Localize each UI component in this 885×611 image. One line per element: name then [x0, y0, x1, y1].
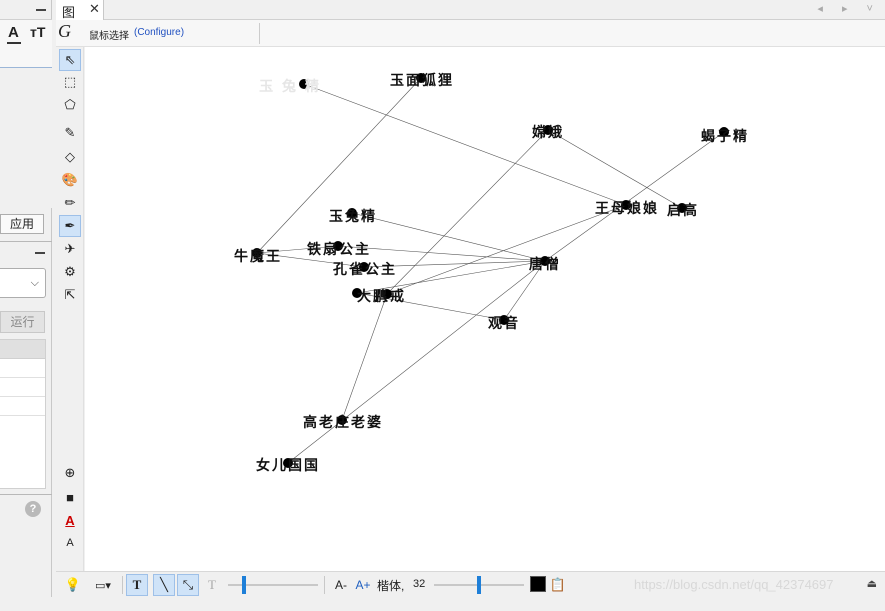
font-increase-icon[interactable]: A+: [354, 574, 372, 596]
node-label-yutu: 玉兔精: [329, 208, 377, 225]
node-label-guanyin: 观音: [488, 315, 520, 332]
collapse-icon[interactable]: ⏏: [867, 577, 877, 590]
node-label-yumian: 玉面狐狸: [390, 72, 454, 89]
graph-canvas[interactable]: 玉 兔 精玉面狐狸 嫦娥 蝎子精 王母娘娘 启高 玉兔精 牛魔王 铁扇公主 孔雀公主 唐僧 大鹏 八戒…: [85, 47, 885, 571]
font-size[interactable]: 32: [413, 578, 425, 590]
app-window: A тT 应用 ⌵ 运行 ? 图 ✕ ◂ ▸ ˅ G 鼠标选择 (Configu…: [0, 0, 885, 611]
node-label-niumo: 牛魔王: [234, 248, 282, 265]
bulb-icon[interactable]: 💡: [64, 574, 82, 596]
tool-strip: ⇖ ⬚ ⬠ ✎ ◇ 🎨 ✏ ✒ ✈ ⚙ ⇱ ⊕ ■ A A: [56, 47, 84, 571]
clipboard-icon[interactable]: 📋: [548, 574, 568, 596]
minimize-icon[interactable]: [36, 9, 46, 11]
edge-draw-icon[interactable]: ✒: [59, 215, 81, 237]
node-label-kongque: 孔雀公主: [333, 261, 397, 278]
close-icon[interactable]: ✕: [89, 1, 100, 17]
apply-button[interactable]: 应用: [0, 214, 44, 234]
divider: [0, 241, 52, 242]
minimize-icon-2[interactable]: [35, 252, 45, 254]
chevron-down-icon: ⌵: [30, 277, 39, 289]
node-label-change: 嫦娥: [532, 124, 564, 141]
tab-nav-arrows[interactable]: ◂ ▸ ˅: [817, 2, 881, 15]
text-color-icon[interactable]: A: [59, 509, 81, 531]
tab-bar: 图 ✕ ◂ ▸ ˅: [56, 0, 885, 20]
pen-icon[interactable]: ✎: [59, 122, 81, 144]
node-label-nver: 女儿国国: [256, 457, 320, 474]
slider-knob[interactable]: [477, 576, 481, 594]
gear-icon[interactable]: ⚙: [59, 261, 81, 283]
select-rectangle-icon[interactable]: ⬚: [59, 71, 81, 93]
text-size-button[interactable]: тT: [30, 24, 45, 40]
zoom-icon[interactable]: ⊕: [59, 462, 81, 484]
text-small-icon[interactable]: A: [59, 532, 81, 554]
tab-label: 图: [62, 5, 76, 20]
move-tool-icon[interactable]: ⇖: [59, 49, 81, 71]
edge-yumian-niumo[interactable]: [256, 77, 422, 254]
table-row[interactable]: [0, 397, 45, 416]
node-label-yuhou: 玉 兔 精: [259, 78, 321, 95]
configure-link[interactable]: (Configure): [134, 27, 184, 38]
node-label-qigao: 启高: [667, 202, 699, 219]
table-row[interactable]: [0, 359, 45, 378]
gephi-logo-icon: G: [58, 21, 71, 41]
tab-graph[interactable]: 图 ✕: [56, 0, 104, 20]
fill-square-icon[interactable]: ■: [59, 486, 81, 508]
text-underline-button[interactable]: A: [8, 24, 19, 41]
edge-yuhou-wangmu[interactable]: [303, 83, 627, 206]
format-toolbar: A тT: [0, 20, 52, 68]
bottom-toolbar: 💡 ▭▾ T ╲ ⤡ T A- A+ 楷体, 32 📋 https://blog…: [56, 571, 885, 597]
underline-bar: [7, 42, 21, 44]
help-cursor-icon[interactable]: ⇱: [59, 284, 81, 306]
text-outline-icon[interactable]: T: [202, 574, 222, 596]
node-label-gaolao: 高老庄老婆: [303, 414, 383, 431]
edge-visible-icon[interactable]: ╲: [153, 574, 175, 596]
polygon-icon[interactable]: ⬠: [59, 94, 81, 116]
graph-svg[interactable]: 玉 兔 精玉面狐狸嫦娥 蝎子精王母娘娘 启高玉兔精牛魔王 铁扇公主孔雀公主 唐僧大鹏八戒…: [85, 47, 885, 571]
node-label-tieshan: 铁扇公主: [307, 241, 371, 258]
pencil-icon[interactable]: ✏: [59, 192, 81, 214]
algorithm-select[interactable]: ⌵: [0, 268, 46, 298]
properties-area: [0, 68, 52, 208]
divider: [122, 576, 123, 594]
diamond-icon[interactable]: ◇: [59, 146, 81, 168]
divider: [259, 23, 260, 44]
edge-bajie-gaolao[interactable]: [341, 293, 388, 421]
edge-wangmu-bajie[interactable]: [386, 204, 627, 295]
divider: [324, 576, 325, 594]
node-label-tangseng: 唐僧: [529, 256, 561, 273]
slider-knob[interactable]: [242, 576, 246, 594]
airplane-icon[interactable]: ✈: [59, 238, 81, 260]
run-button[interactable]: 运行: [0, 311, 45, 333]
watermark-text: https://blog.csdn.net/qq_42374697: [634, 577, 834, 592]
edge-change-qigao[interactable]: [547, 129, 683, 209]
font-name[interactable]: 楷体,: [377, 577, 404, 594]
node-label-wangmu: 王母娘娘: [595, 200, 659, 217]
left-side-panel: A тT 应用 ⌵ 运行 ?: [0, 0, 52, 611]
edge-color-icon[interactable]: ⤡: [177, 574, 199, 596]
label-color-swatch[interactable]: [530, 576, 546, 592]
status-bar: [0, 597, 885, 611]
parameters-table: [0, 339, 46, 489]
edge-tangseng-nver[interactable]: [287, 260, 546, 464]
show-labels-icon[interactable]: T: [126, 574, 148, 596]
panel-header: [0, 0, 52, 20]
divider: [0, 494, 52, 495]
mode-label: 鼠标选择: [89, 31, 129, 42]
node-label-xiezi: 蝎子精: [701, 128, 749, 145]
node-label-bajie: 八戒: [373, 288, 406, 305]
edge-change-bajie[interactable]: [386, 129, 549, 295]
table-header: [0, 340, 45, 359]
graph-toolbar: G 鼠标选择 (Configure): [56, 20, 885, 47]
font-decrease-icon[interactable]: A-: [332, 574, 350, 596]
screenshot-icon[interactable]: ▭▾: [88, 574, 118, 596]
table-row[interactable]: [0, 378, 45, 397]
edge-xiezi-tangseng[interactable]: [544, 131, 725, 262]
palette-icon[interactable]: 🎨: [59, 169, 81, 191]
help-icon[interactable]: ?: [25, 501, 41, 517]
